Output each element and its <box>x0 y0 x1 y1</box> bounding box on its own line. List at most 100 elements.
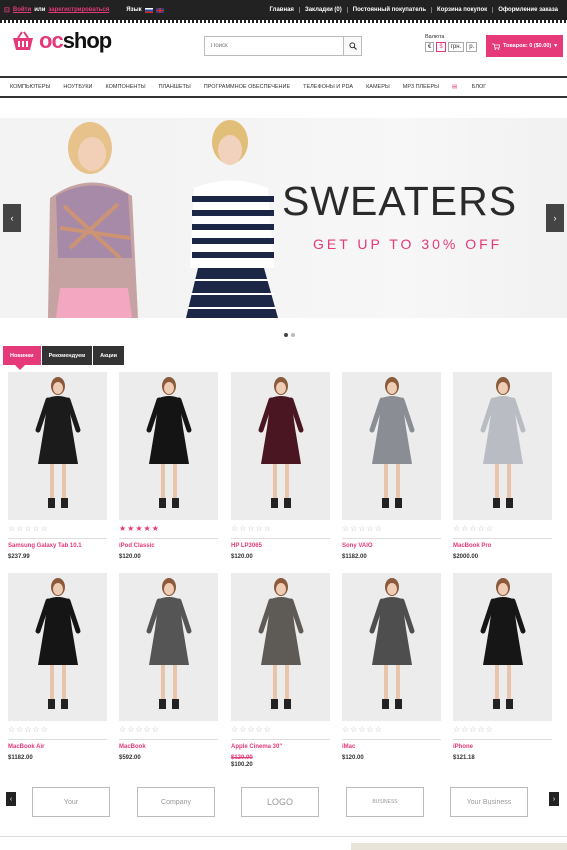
product-price: $120.00 <box>231 554 253 560</box>
logo-oc: oc <box>39 28 64 53</box>
card-divider <box>231 739 330 740</box>
product-name[interactable]: Sony VAIO <box>342 543 441 549</box>
logo-shop: shop <box>62 28 113 53</box>
currency-usd[interactable]: $ <box>436 42 446 52</box>
register-link[interactable]: зарегистрироваться <box>48 7 109 13</box>
tab-new[interactable]: Новинки <box>3 346 41 370</box>
menu-item-components[interactable]: Компоненты <box>106 84 146 90</box>
product-card[interactable]: ☆☆☆☆☆ Apple Cinema 30" $120.00 $100.20 <box>231 573 330 768</box>
search-button[interactable] <box>343 37 361 55</box>
card-divider <box>453 538 552 539</box>
product-image[interactable] <box>231 573 330 721</box>
tab-specials[interactable]: Акции <box>93 346 125 365</box>
menu-item-software[interactable]: Программное обеспечение <box>204 84 290 90</box>
brand-logo-5[interactable]: Your Business <box>450 787 528 817</box>
top-link-cart[interactable]: Корзина покупок <box>431 7 492 13</box>
brand-logo-4[interactable]: BUSINESS <box>346 787 424 817</box>
product-image[interactable] <box>453 372 552 520</box>
product-name[interactable]: iPod Classic <box>119 543 218 549</box>
product-image[interactable] <box>231 372 330 520</box>
footer-map <box>351 843 567 850</box>
product-card[interactable]: ☆☆☆☆☆ Samsung Galaxy Tab 10.1 $237.99 <box>8 372 107 560</box>
brand-logo-1[interactable]: Your <box>32 787 110 817</box>
chevron-left-icon: ‹ <box>10 213 14 223</box>
product-name[interactable]: HP LP3065 <box>231 543 330 549</box>
rating-stars: ☆☆☆☆☆ <box>453 524 494 533</box>
chevron-down-icon: ▾ <box>554 43 557 49</box>
menu-item-phones[interactable]: Телефоны и PDA <box>303 84 353 90</box>
top-link-wishlist[interactable]: Закладки (0) <box>298 7 347 13</box>
card-divider <box>342 538 441 539</box>
slider-prev-button[interactable]: ‹ <box>3 204 21 232</box>
product-name[interactable]: MacBook <box>119 744 218 750</box>
product-card[interactable]: ☆☆☆☆☆ MacBook $592.00 <box>119 573 218 761</box>
product-card[interactable]: ☆☆☆☆☆ MacBook Pro $2000.00 <box>453 372 552 560</box>
menu-item-blog-label: Блог <box>471 84 487 90</box>
product-image[interactable] <box>119 372 218 520</box>
product-name[interactable]: MacBook Pro <box>453 543 552 549</box>
product-name[interactable]: Apple Cinema 30" <box>231 744 330 750</box>
slider-dot-2[interactable] <box>291 333 295 337</box>
product-name[interactable]: MacBook Air <box>8 744 107 750</box>
product-name[interactable]: Samsung Galaxy Tab 10.1 <box>8 543 107 549</box>
rating-stars: ☆☆☆☆☆ <box>231 725 272 734</box>
search-input[interactable] <box>205 37 343 55</box>
model-left-image <box>48 122 138 318</box>
brands-prev-button[interactable]: ‹ <box>6 792 16 806</box>
cart-button[interactable]: Товаров: 0 ($0.00) ▾ <box>486 35 563 57</box>
product-image[interactable] <box>453 573 552 721</box>
product-image[interactable] <box>342 573 441 721</box>
top-link-account[interactable]: Постоянный покупатель <box>346 7 431 13</box>
rating-stars: ☆☆☆☆☆ <box>8 524 49 533</box>
menu-item-laptops[interactable]: Ноутбуки <box>63 84 92 90</box>
main-menu: Компьютеры Ноутбуки Компоненты Планшеты … <box>0 76 567 98</box>
brands-next-button[interactable]: › <box>549 792 559 806</box>
menu-item-tablets[interactable]: Планшеты <box>159 84 191 90</box>
slider-next-button[interactable]: › <box>546 204 564 232</box>
menu-item-cameras[interactable]: Камеры <box>366 84 390 90</box>
flag-ru-icon[interactable] <box>144 7 153 13</box>
brand-logo-2[interactable]: Company <box>137 787 215 817</box>
top-link-checkout[interactable]: Оформление заказа <box>492 7 563 13</box>
menu-item-blog[interactable]: ▤ Блог <box>452 84 499 90</box>
hero-slider[interactable]: SWEATERS GET UP TO 30% OFF <box>0 118 567 318</box>
card-divider <box>342 739 441 740</box>
site-logo[interactable]: ocshop <box>10 28 113 53</box>
product-name[interactable]: iMac <box>342 744 441 750</box>
product-card[interactable]: ☆☆☆☆☆ iPhone $121.18 <box>453 573 552 761</box>
top-link-home[interactable]: Главная <box>265 7 299 13</box>
product-card[interactable]: ★★★★★ iPod Classic $120.00 <box>119 372 218 560</box>
product-image[interactable] <box>342 372 441 520</box>
basket-icon <box>13 31 33 50</box>
rating-stars: ☆☆☆☆☆ <box>453 725 494 734</box>
logo-text: ocshop <box>39 28 113 53</box>
product-image[interactable] <box>8 372 107 520</box>
product-price: $120.00 <box>342 755 364 761</box>
product-price: $120.00 <box>119 554 141 560</box>
search-box <box>204 36 362 56</box>
product-card[interactable]: ☆☆☆☆☆ iMac $120.00 <box>342 573 441 761</box>
currency-eur[interactable]: € <box>425 42 435 52</box>
currency-rub[interactable]: р. <box>466 42 478 52</box>
brand-logo-3[interactable]: LOGO <box>241 787 319 817</box>
menu-item-computers[interactable]: Компьютеры <box>10 84 50 90</box>
product-name[interactable]: iPhone <box>453 744 552 750</box>
dotted-divider <box>0 20 567 23</box>
product-card[interactable]: ☆☆☆☆☆ MacBook Air $1182.00 <box>8 573 107 761</box>
product-image[interactable] <box>8 573 107 721</box>
card-divider <box>119 538 218 539</box>
flag-en-icon[interactable] <box>155 7 164 13</box>
card-divider <box>8 538 107 539</box>
login-link[interactable]: Войти <box>13 7 31 13</box>
tab-featured[interactable]: Рекомендуем <box>41 346 93 365</box>
footer-heading-peek <box>10 841 70 850</box>
currency-switcher: Валюта € $ грн. р. <box>425 34 478 52</box>
currency-uah[interactable]: грн. <box>447 42 465 52</box>
product-card[interactable]: ☆☆☆☆☆ HP LP3065 $120.00 <box>231 372 330 560</box>
menu-item-mp3[interactable]: MP3 Плееры <box>403 84 439 90</box>
slider-dot-1[interactable] <box>284 333 288 337</box>
product-image[interactable] <box>119 573 218 721</box>
product-card[interactable]: ☆☆☆☆☆ Sony VAIO $1182.00 <box>342 372 441 560</box>
top-bar: ⊡ Войти или зарегистрироваться Язык Глав… <box>0 0 567 20</box>
brand-carousel: ‹ Your Company LOGO BUSINESS Your Busine… <box>0 785 567 819</box>
